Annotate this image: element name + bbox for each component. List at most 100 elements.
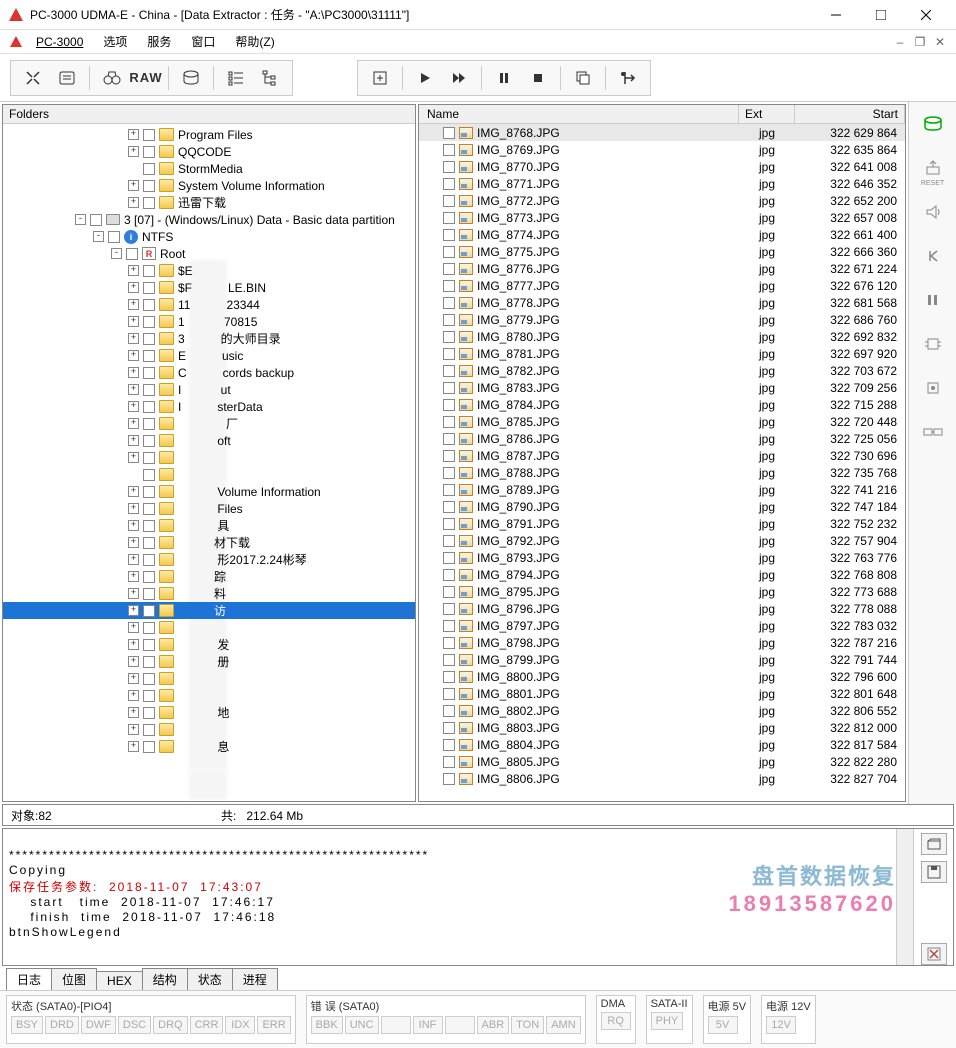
- expand-icon[interactable]: -: [75, 214, 86, 225]
- checkbox[interactable]: [443, 739, 455, 751]
- checkbox[interactable]: [443, 297, 455, 309]
- expand-icon[interactable]: +: [128, 146, 139, 157]
- expand-icon[interactable]: +: [128, 486, 139, 497]
- file-row[interactable]: IMG_8788.JPGjpg322 735 768: [419, 464, 905, 481]
- tree-row[interactable]: +: [3, 670, 415, 687]
- file-row[interactable]: IMG_8782.JPGjpg322 703 672: [419, 362, 905, 379]
- expand-icon[interactable]: +: [128, 299, 139, 310]
- checkbox[interactable]: [443, 552, 455, 564]
- expand-icon[interactable]: +: [128, 707, 139, 718]
- file-row[interactable]: IMG_8786.JPGjpg322 725 056: [419, 430, 905, 447]
- list-icon[interactable]: [220, 64, 252, 92]
- checkbox[interactable]: [143, 384, 155, 396]
- file-list[interactable]: IMG_8768.JPGjpg322 629 864IMG_8769.JPGjp…: [419, 124, 905, 801]
- expand-icon[interactable]: +: [128, 401, 139, 412]
- file-row[interactable]: IMG_8802.JPGjpg322 806 552: [419, 702, 905, 719]
- reset-icon[interactable]: RESET: [917, 152, 949, 184]
- expand-icon[interactable]: +: [128, 384, 139, 395]
- tree-row[interactable]: +Program Files: [3, 126, 415, 143]
- expand-icon[interactable]: +: [128, 537, 139, 548]
- checkbox[interactable]: [443, 382, 455, 394]
- checkbox[interactable]: [443, 671, 455, 683]
- mdi-restore-icon[interactable]: ❐: [912, 34, 928, 50]
- mdi-close-icon[interactable]: ✕: [932, 34, 948, 50]
- tree-row[interactable]: StormMedia: [3, 160, 415, 177]
- tree-row[interactable]: + Volume Information: [3, 483, 415, 500]
- tab-log[interactable]: 日志: [6, 968, 52, 990]
- expand-icon[interactable]: +: [128, 554, 139, 565]
- file-row[interactable]: IMG_8781.JPGjpg322 697 920: [419, 345, 905, 362]
- play-icon[interactable]: [409, 64, 441, 92]
- log-open-icon[interactable]: [921, 833, 947, 855]
- raw-button[interactable]: RAW: [130, 64, 162, 92]
- file-row[interactable]: IMG_8801.JPGjpg322 801 648: [419, 685, 905, 702]
- log-save-icon[interactable]: [921, 861, 947, 883]
- checkbox[interactable]: [143, 639, 155, 651]
- tree-row[interactable]: +迅雷下载: [3, 194, 415, 211]
- checkbox[interactable]: [143, 333, 155, 345]
- checkbox[interactable]: [443, 518, 455, 530]
- checkbox[interactable]: [90, 214, 102, 226]
- expand-icon[interactable]: -: [93, 231, 104, 242]
- sound-icon[interactable]: [917, 196, 949, 228]
- expand-icon[interactable]: +: [128, 503, 139, 514]
- tree-row[interactable]: + Files: [3, 500, 415, 517]
- expand-icon[interactable]: +: [128, 367, 139, 378]
- checkbox[interactable]: [443, 501, 455, 513]
- script-icon[interactable]: [51, 64, 83, 92]
- checkbox[interactable]: [143, 741, 155, 753]
- checkbox[interactable]: [143, 622, 155, 634]
- expand-icon[interactable]: +: [128, 333, 139, 344]
- checkbox[interactable]: [108, 231, 120, 243]
- tree-row[interactable]: +1 70815: [3, 313, 415, 330]
- file-row[interactable]: IMG_8789.JPGjpg322 741 216: [419, 481, 905, 498]
- file-row[interactable]: IMG_8799.JPGjpg322 791 744: [419, 651, 905, 668]
- tree-row[interactable]: +I sterData: [3, 398, 415, 415]
- expand-icon[interactable]: +: [128, 435, 139, 446]
- checkbox[interactable]: [143, 588, 155, 600]
- col-start[interactable]: Start: [795, 105, 905, 123]
- close-button[interactable]: [903, 0, 948, 29]
- expand-icon[interactable]: +: [128, 639, 139, 650]
- checkbox[interactable]: [143, 554, 155, 566]
- expand-icon[interactable]: +: [128, 724, 139, 735]
- checkbox[interactable]: [143, 180, 155, 192]
- checkbox[interactable]: [443, 195, 455, 207]
- expand-icon[interactable]: +: [128, 418, 139, 429]
- file-row[interactable]: IMG_8780.JPGjpg322 692 832: [419, 328, 905, 345]
- checkbox[interactable]: [143, 401, 155, 413]
- file-row[interactable]: IMG_8783.JPGjpg322 709 256: [419, 379, 905, 396]
- expand-icon[interactable]: +: [128, 571, 139, 582]
- file-row[interactable]: IMG_8768.JPGjpg322 629 864: [419, 124, 905, 141]
- tree-row[interactable]: +QQCODE: [3, 143, 415, 160]
- exit-icon[interactable]: [612, 64, 644, 92]
- checkbox[interactable]: [143, 350, 155, 362]
- log-clear-icon[interactable]: [921, 943, 947, 965]
- checkbox[interactable]: [143, 503, 155, 515]
- tree-row[interactable]: [3, 466, 415, 483]
- file-row[interactable]: IMG_8776.JPGjpg322 671 224: [419, 260, 905, 277]
- menu-services[interactable]: 服务: [139, 31, 179, 52]
- export-icon[interactable]: [364, 64, 396, 92]
- tree-row[interactable]: + 地: [3, 704, 415, 721]
- tree-icon[interactable]: [254, 64, 286, 92]
- file-row[interactable]: IMG_8792.JPGjpg322 757 904: [419, 532, 905, 549]
- tab-status[interactable]: 状态: [187, 968, 233, 990]
- rewind-icon[interactable]: [917, 240, 949, 272]
- expand-icon[interactable]: +: [128, 265, 139, 276]
- checkbox[interactable]: [443, 314, 455, 326]
- checkbox[interactable]: [443, 654, 455, 666]
- tree-row[interactable]: +11 23344: [3, 296, 415, 313]
- menu-help[interactable]: 帮助(Z): [227, 31, 282, 52]
- pause-icon[interactable]: [488, 64, 520, 92]
- tree-row[interactable]: + 发: [3, 636, 415, 653]
- menu-window[interactable]: 窗口: [183, 31, 223, 52]
- checkbox[interactable]: [443, 467, 455, 479]
- tree-row[interactable]: +: [3, 619, 415, 636]
- checkbox[interactable]: [143, 282, 155, 294]
- file-row[interactable]: IMG_8790.JPGjpg322 747 184: [419, 498, 905, 515]
- checkbox[interactable]: [443, 280, 455, 292]
- file-row[interactable]: IMG_8778.JPGjpg322 681 568: [419, 294, 905, 311]
- checkbox[interactable]: [443, 348, 455, 360]
- minimize-button[interactable]: [813, 0, 858, 29]
